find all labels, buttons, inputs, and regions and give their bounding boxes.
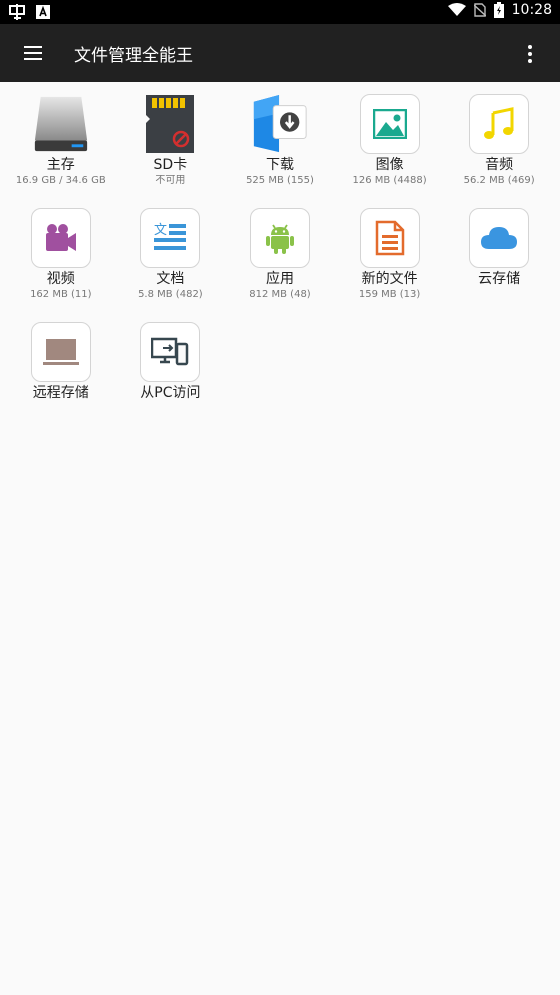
- tile-label: 应用: [265, 271, 294, 287]
- tile-sub: 525 MB (155): [246, 175, 314, 186]
- tile-pc-access[interactable]: 从PC访问: [116, 322, 226, 427]
- tile-label: 下载: [265, 157, 294, 173]
- tile-sub: 不可用: [155, 175, 186, 186]
- tile-videos[interactable]: 视频 162 MB (11): [6, 208, 116, 313]
- tile-sd-card[interactable]: SD卡 不可用: [116, 94, 226, 199]
- document-icon: 文: [140, 208, 201, 268]
- tile-remote-storage[interactable]: 远程存储: [6, 322, 116, 427]
- wifi-icon: [447, 3, 466, 17]
- tile-sub: 56.2 MB (469): [463, 175, 535, 186]
- tile-sub: 159 MB (13): [358, 289, 421, 300]
- app-bar: 文件管理全能王: [0, 24, 560, 82]
- tile-label: 主存: [46, 157, 75, 173]
- hard-drive-icon: [31, 94, 91, 154]
- tile-label: 新的文件: [361, 271, 418, 287]
- laptop-icon: [30, 322, 91, 382]
- document-icon-glyph: 文: [154, 223, 167, 238]
- tile-apps[interactable]: 应用 812 MB (48): [225, 208, 335, 313]
- battery-charging-icon: [493, 2, 504, 18]
- music-note-icon: [469, 94, 530, 154]
- clock: 10:28: [511, 2, 552, 18]
- tile-label: 远程存储: [32, 385, 89, 401]
- tile-images[interactable]: 图像 126 MB (4488): [335, 94, 445, 199]
- tile-downloads[interactable]: 下载 525 MB (155): [225, 94, 335, 199]
- pc-phone-icon: [140, 322, 201, 382]
- tile-sub: 126 MB (4488): [352, 175, 427, 186]
- app-title: 文件管理全能王: [74, 46, 193, 66]
- tile-sub: 812 MB (48): [249, 289, 311, 300]
- tile-cloud-storage[interactable]: 云存储: [444, 208, 554, 313]
- no-sim-icon: [473, 3, 486, 17]
- sd-card-icon: [140, 94, 200, 154]
- new-file-icon: [359, 208, 420, 268]
- status-bar: 10:28: [0, 0, 560, 24]
- android-icon: [249, 208, 310, 268]
- cloud-icon: [469, 208, 530, 268]
- tile-documents[interactable]: 文 文档 5.8 MB (482): [116, 208, 226, 313]
- tile-audio[interactable]: 音频 56.2 MB (469): [444, 94, 554, 199]
- tile-sub: 162 MB (11): [30, 289, 92, 300]
- a-notification-icon: [36, 5, 50, 19]
- download-folder-icon: [250, 94, 310, 154]
- tile-sub: 16.9 GB / 34.6 GB: [15, 175, 106, 186]
- tile-label: 图像: [375, 157, 404, 173]
- tile-label: 从PC访问: [140, 385, 201, 401]
- hamburger-menu-icon[interactable]: [20, 40, 46, 66]
- more-vertical-icon[interactable]: [520, 42, 540, 66]
- tile-label: 视频: [46, 271, 75, 287]
- image-icon: [359, 94, 420, 154]
- tile-label: 音频: [485, 157, 514, 173]
- tile-main-storage[interactable]: 主存 16.9 GB / 34.6 GB: [6, 94, 116, 199]
- video-camera-icon: [30, 208, 91, 268]
- app-notification-icon: [8, 3, 26, 21]
- tile-label: SD卡: [153, 157, 188, 173]
- tile-sub: 5.8 MB (482): [138, 289, 203, 300]
- tile-label: 云存储: [478, 271, 521, 287]
- category-grid: 主存 16.9 GB / 34.6 GB SD卡 不可用 下载 525 MB (…: [6, 94, 554, 427]
- tile-label: 文档: [156, 271, 185, 287]
- tile-new-files[interactable]: 新的文件 159 MB (13): [335, 208, 445, 313]
